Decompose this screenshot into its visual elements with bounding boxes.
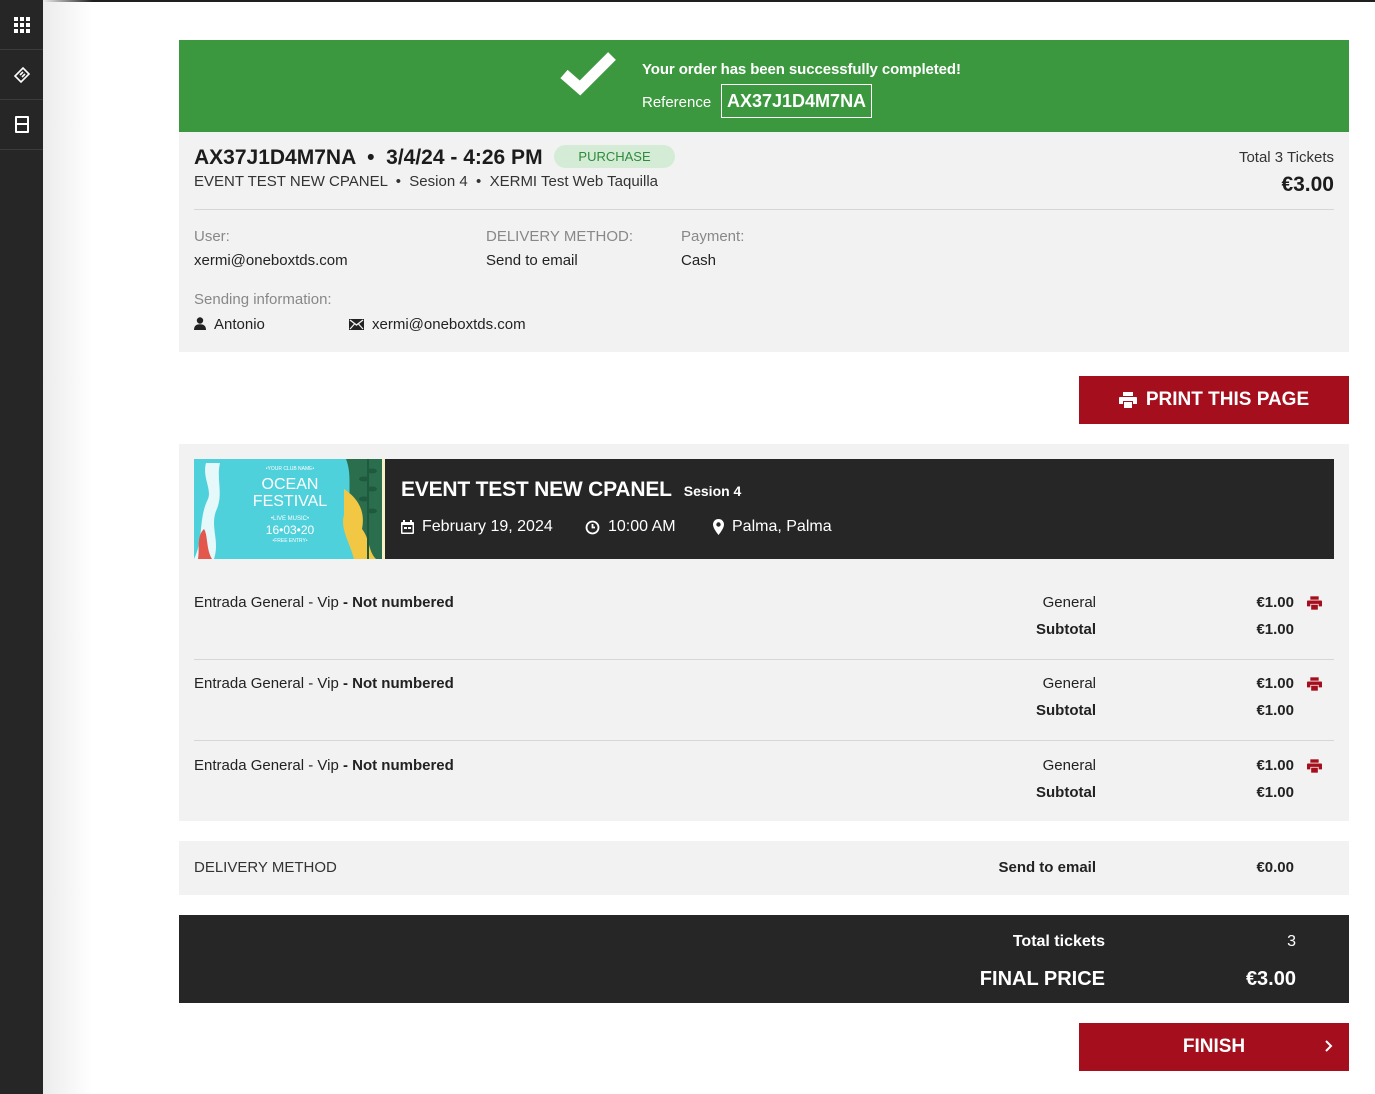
order-heading: AX37J1D4M7NA • 3/4/24 - 4:26 PM PURCHASE [194, 145, 675, 170]
success-message: Your order has been successfully complet… [642, 61, 961, 78]
checkmark-icon [560, 52, 616, 96]
ticket-name: Entrada General - Vip - Not numbered [194, 675, 454, 692]
ticket-price: €1.00 [1256, 594, 1294, 611]
total-tickets-label: Total tickets [1012, 933, 1105, 950]
print-ticket-icon[interactable] [1307, 596, 1322, 610]
sending-email: xermi@oneboxtds.com [349, 316, 526, 333]
totals-panel: Total tickets 3 FINAL PRICE €3.00 [179, 915, 1349, 1003]
sending-info-label: Sending information: [194, 291, 332, 308]
subtotal-label: Subtotal [1036, 784, 1096, 801]
user-label: User: [194, 228, 230, 245]
calendar-icon [401, 520, 414, 534]
event-header: •YOUR CLUB NAME• OCEAN FESTIVAL •LIVE MU… [194, 459, 1334, 559]
ticket-numbering: - Not numbered [338, 594, 454, 611]
event-block: •YOUR CLUB NAME• OCEAN FESTIVAL •LIVE MU… [179, 444, 1349, 821]
order-subline: EVENT TEST NEW CPANEL • Sesion 4 • XERMI… [194, 173, 659, 190]
ticket-name: Entrada General - Vip - Not numbered [194, 757, 454, 774]
calculator-icon [14, 116, 29, 133]
total-tickets-value: 3 [1287, 933, 1296, 950]
sidebar-shadow [43, 0, 93, 1094]
ticket-zone: General [1042, 757, 1096, 774]
event-time-text: 10:00 AM [608, 518, 676, 535]
clock-icon [585, 520, 600, 534]
sending-name: Antonio [194, 316, 265, 333]
delivery-method-value: Send to email [486, 252, 578, 269]
order-summary: AX37J1D4M7NA • 3/4/24 - 4:26 PM PURCHASE… [179, 132, 1349, 352]
chevron-right-icon [1325, 1040, 1333, 1052]
subtotal-value: €1.00 [1256, 621, 1294, 638]
ticket-type: Entrada General - Vip [194, 675, 339, 692]
reference-code: AX37J1D4M7NA [721, 84, 873, 118]
delivery-label: DELIVERY METHOD [194, 859, 337, 876]
subtotal-value: €1.00 [1256, 702, 1294, 719]
order-line: AX37J1D4M7NA • 3/4/24 - 4:26 PM [194, 146, 543, 169]
sidebar-item-tickets[interactable] [0, 50, 43, 100]
event-name: EVENT TEST NEW CPANEL [401, 478, 672, 501]
delivery-method: Send to email [998, 859, 1096, 876]
poster-text: •YOUR CLUB NAME• OCEAN FESTIVAL •LIVE MU… [246, 466, 334, 544]
subtotal-label: Subtotal [1036, 702, 1096, 719]
status-badge: PURCHASE [554, 145, 675, 168]
success-banner: Your order has been successfully complet… [179, 40, 1349, 132]
event-location-text: Palma, Palma [732, 518, 832, 535]
ticket-type: Entrada General - Vip [194, 757, 339, 774]
top-border [0, 0, 1375, 2]
ticket-price: €1.00 [1256, 675, 1294, 692]
finish-label: FINISH [1182, 1036, 1246, 1057]
poster-title-1: OCEAN [261, 476, 319, 493]
user-icon [194, 317, 206, 330]
event-date-text: February 19, 2024 [422, 518, 553, 535]
event-session: Sesion 4 [683, 483, 742, 499]
ticket-price: €1.00 [1256, 757, 1294, 774]
finish-button[interactable]: FINISH [1079, 1023, 1349, 1071]
poster-club: •YOUR CLUB NAME• [265, 466, 315, 472]
final-price-label: FINAL PRICE [979, 968, 1105, 990]
envelope-icon [349, 319, 364, 330]
location-pin-icon [713, 519, 724, 535]
ticket-name: Entrada General - Vip - Not numbered [194, 594, 454, 611]
subtotal-value: €1.00 [1256, 784, 1294, 801]
ticket-row: Entrada General - Vip - Not numbered Gen… [194, 741, 1334, 823]
poster-live: •LIVE MUSIC• [270, 516, 310, 522]
ticket-zone: General [1042, 594, 1096, 611]
ticket-numbering: - Not numbered [338, 757, 454, 774]
total-amount: €3.00 [1281, 173, 1334, 196]
subtotal-label: Subtotal [1036, 621, 1096, 638]
poster-entry: •FREE ENTRY• [272, 538, 308, 544]
reference-label: Reference [642, 94, 712, 111]
user-value: xermi@oneboxtds.com [194, 252, 348, 269]
event-location: Palma, Palma [713, 518, 832, 536]
event-title: EVENT TEST NEW CPANEL Sesion 4 [401, 478, 741, 502]
event-time: 10:00 AM [585, 518, 676, 536]
sending-name-text: Antonio [214, 316, 265, 333]
print-ticket-icon[interactable] [1307, 759, 1322, 773]
ticket-type: Entrada General - Vip [194, 594, 339, 611]
sending-email-text: xermi@oneboxtds.com [372, 316, 526, 333]
ticket-icon [13, 66, 30, 83]
ticket-zone: General [1042, 675, 1096, 692]
total-tickets-label: Total 3 Tickets [1238, 149, 1334, 166]
summary-divider [194, 209, 1334, 210]
delivery-row: DELIVERY METHOD Send to email €0.00 [179, 841, 1349, 895]
ticket-row: Entrada General - Vip - Not numbered Gen… [194, 578, 1334, 660]
print-page-label: PRINT THIS PAGE [1145, 389, 1310, 410]
delivery-method-label: DELIVERY METHOD: [486, 228, 633, 245]
delivery-price: €0.00 [1256, 859, 1294, 876]
event-date: February 19, 2024 [401, 518, 553, 536]
poster-title-2: FESTIVAL [252, 493, 328, 510]
poster-date: 16•03•20 [265, 523, 315, 537]
grid-icon [13, 16, 30, 33]
payment-label: Payment: [681, 228, 745, 245]
print-page-button[interactable]: PRINT THIS PAGE [1079, 376, 1349, 424]
sidebar-item-cashbox[interactable] [0, 100, 43, 150]
print-ticket-icon[interactable] [1307, 677, 1322, 691]
sidebar-item-apps[interactable] [0, 0, 43, 50]
ticket-row: Entrada General - Vip - Not numbered Gen… [194, 659, 1334, 741]
final-price-value: €3.00 [1245, 968, 1296, 990]
sidebar [0, 0, 43, 1094]
payment-value: Cash [681, 252, 717, 269]
ticket-numbering: - Not numbered [338, 675, 454, 692]
printer-icon [1118, 392, 1137, 408]
